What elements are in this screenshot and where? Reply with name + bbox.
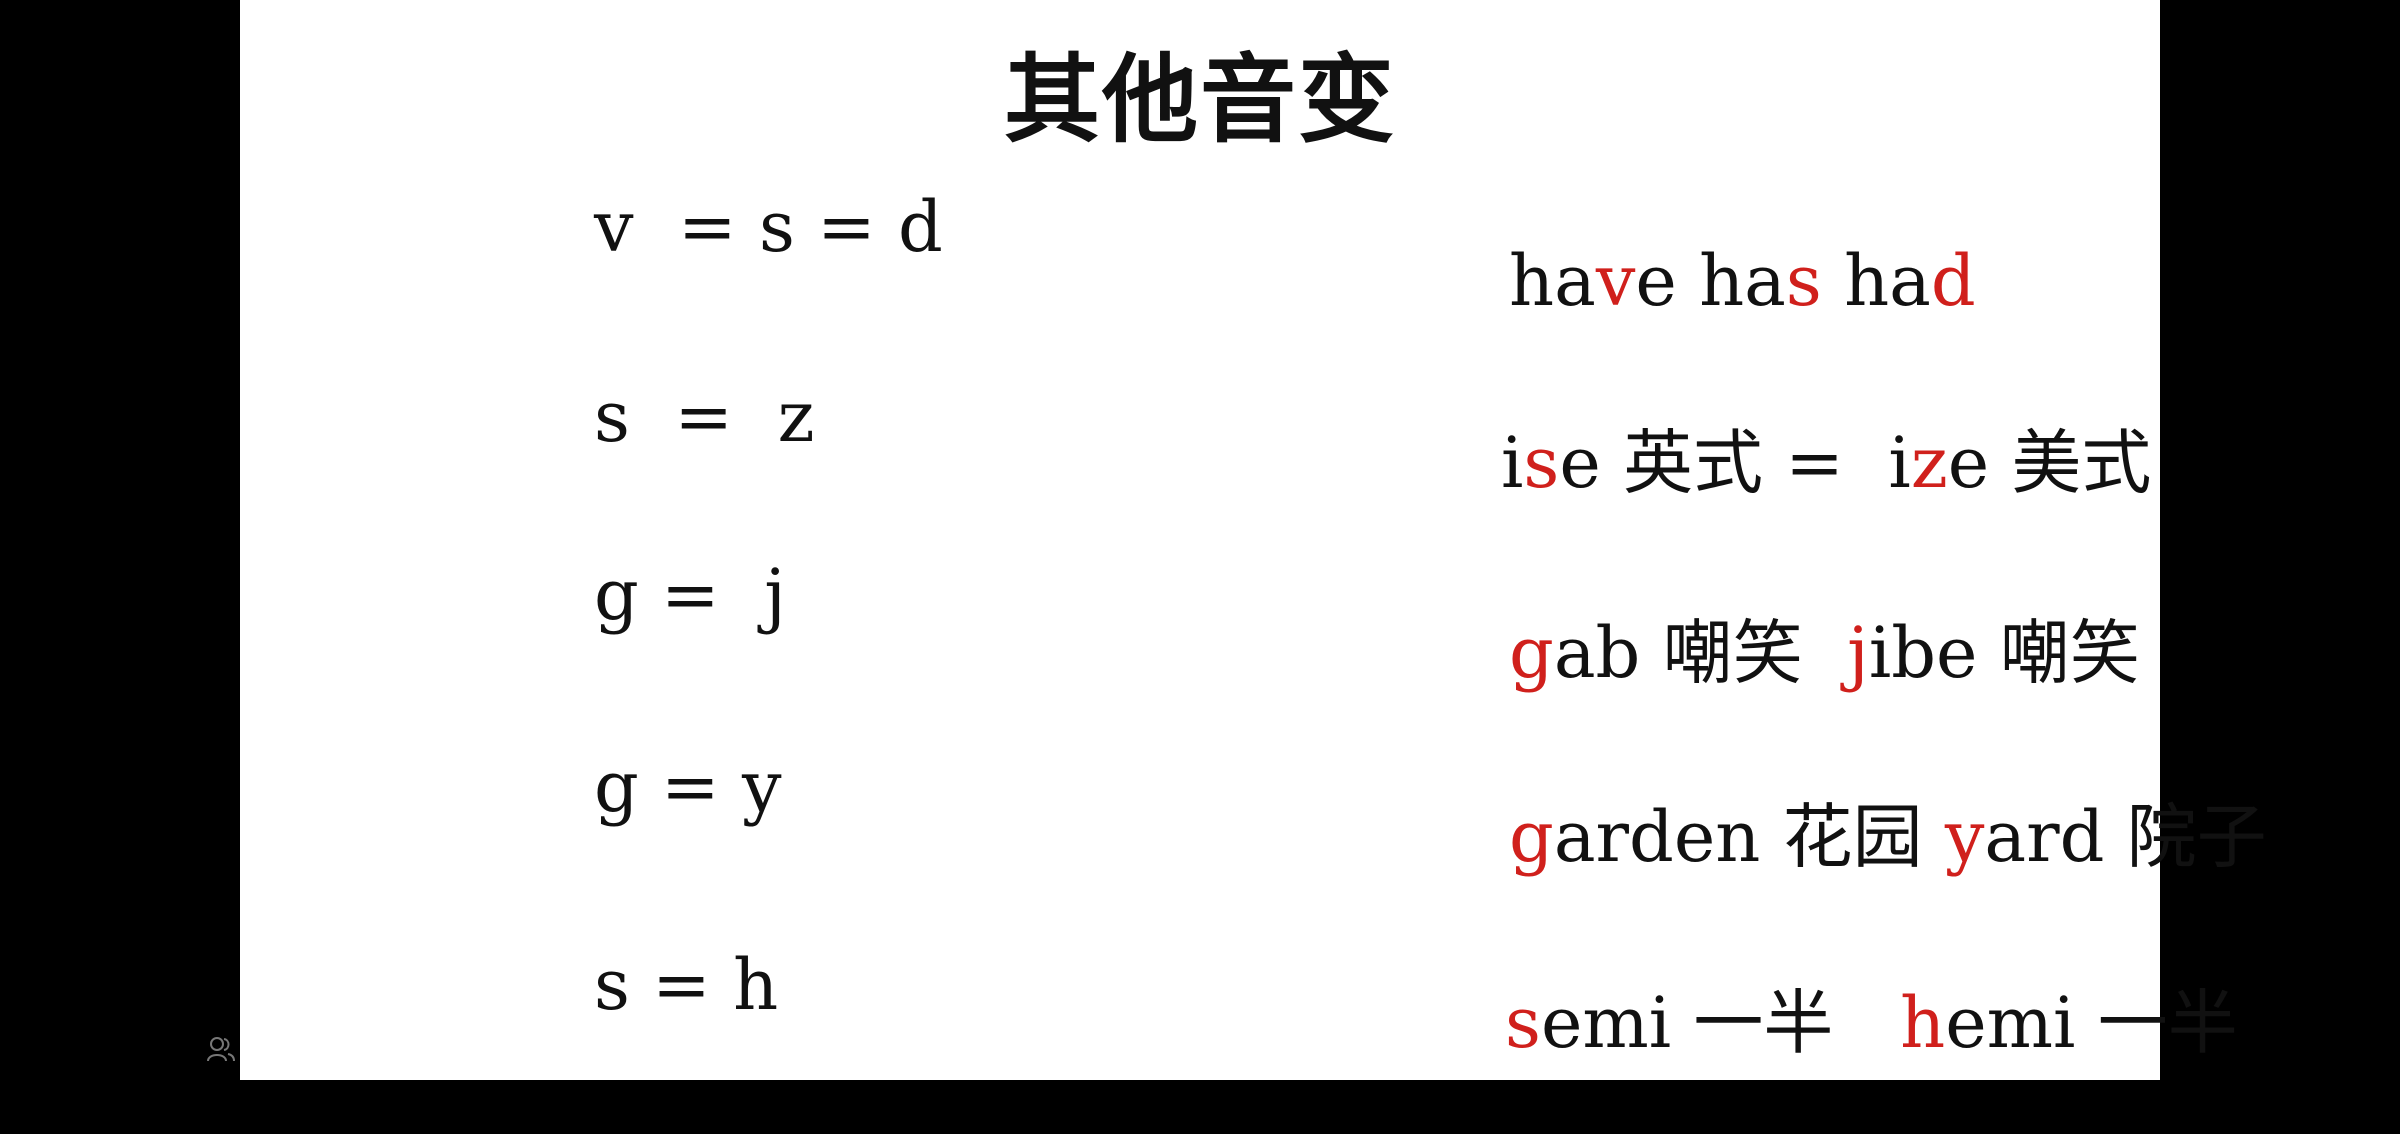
segment: j [1847,612,1869,694]
people-icon [207,1037,235,1062]
segment: g [1509,796,1554,878]
segment: emi 一半 [1945,982,2238,1064]
segment: s [1523,422,1560,504]
segment: s [1785,240,1822,322]
segment: ab 嘲笑 [1553,612,1848,694]
segment: ard 院子 [1984,796,2267,878]
rule-5: s = h [594,944,779,1026]
segment: v [1595,240,1636,322]
segment: i [1501,422,1524,504]
segment: ha [1509,240,1596,322]
segment: g [1509,612,1554,694]
example-1: have has had [1420,176,1976,386]
rule-4: g = y [594,746,782,828]
slide-title: 其他音变 [1004,43,1396,156]
rule-3: g = j [594,554,786,636]
slide: 其他音变 v = s = d s = z g = j g = y s = h h… [240,0,2267,1080]
example-2: ise 英式 = ize 美式 [1412,358,2151,568]
segment: y [1944,796,1985,878]
segment: arden 花园 [1553,796,1945,878]
segment: emi 一半 [1540,982,1901,1064]
segment: e ha [1635,240,1786,322]
rule-2: s = z [594,376,815,458]
segment: ibe 嘲笑 [1868,612,2140,694]
example-5: semi 一半 hemi 一半 [1416,918,2238,1128]
segment: e 美式 [1947,422,2152,504]
rule-1: v = s = d [594,186,943,268]
example-4: garden 花园 yard 院子 [1420,732,2267,942]
segment: ha [1821,240,1931,322]
segment: h [1900,982,1946,1064]
segment: z [1910,422,1948,504]
example-3: gab 嘲笑 jibe 嘲笑 [1420,548,2140,758]
segment: s [1505,982,1541,1064]
segment: d [1930,240,1976,322]
segment: e 英式 = i [1559,422,1911,504]
